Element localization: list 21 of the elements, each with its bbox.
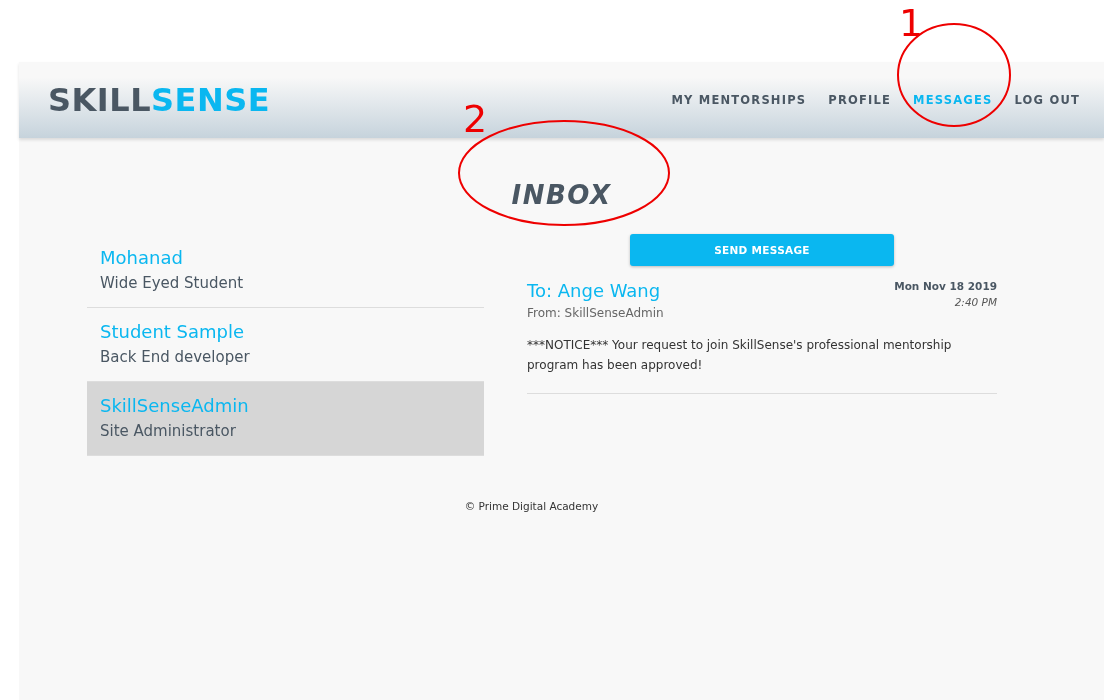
contact-role: Back End developer bbox=[100, 347, 251, 368]
logo: SKILLSENSE bbox=[48, 81, 271, 119]
annotation-number: 1 bbox=[899, 4, 924, 42]
annotation-number: 2 bbox=[463, 100, 488, 138]
page-title: INBOX bbox=[510, 180, 613, 212]
contact-role: Wide Eyed Student bbox=[100, 273, 245, 294]
nav-link[interactable]: MY MENTORSHIPS bbox=[671, 93, 807, 107]
nav-link[interactable]: LOG OUT bbox=[1014, 93, 1080, 107]
message-sender: From: SkillSenseAdmin bbox=[527, 306, 664, 320]
contact-item[interactable]: SkillSenseAdmin Site Administrator bbox=[87, 382, 484, 456]
message-date: Mon Nov 18 2019 bbox=[894, 280, 997, 292]
message-body: ***NOTICE*** Your request to join SkillSense's professional mentorship program has been approved! bbox=[527, 337, 953, 374]
contact-item[interactable]: Mohanad Wide Eyed Student bbox=[87, 234, 484, 308]
contact-name: Student Sample bbox=[100, 320, 246, 344]
nav-link[interactable]: PROFILE bbox=[828, 93, 892, 107]
message-recipient: To: Ange Wang bbox=[527, 279, 662, 303]
message-time: 2:40 PM bbox=[953, 296, 997, 308]
contact-name: SkillSenseAdmin bbox=[100, 394, 250, 418]
footer-text: © Prime Digital Academy bbox=[463, 500, 600, 512]
contact-role: Site Administrator bbox=[100, 421, 237, 442]
contact-name: Mohanad bbox=[100, 246, 184, 270]
